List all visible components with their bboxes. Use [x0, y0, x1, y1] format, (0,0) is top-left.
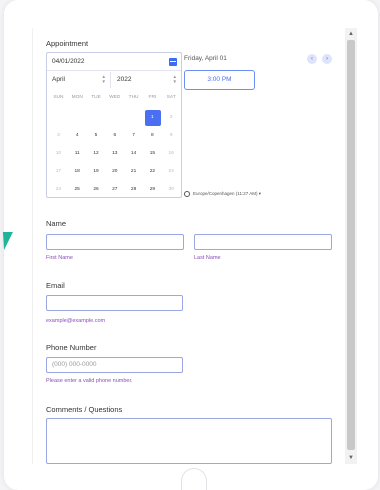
calendar-day[interactable]: 10 [49, 145, 68, 163]
last-name-sublabel: Last Name [194, 255, 221, 261]
selected-day-label: Friday, April 01 [184, 55, 227, 62]
timezone-select[interactable]: Europe/Copenhagen (11:27 AM) ▾ [184, 191, 261, 197]
clock-icon [184, 191, 190, 197]
calendar-day[interactable]: 28 [124, 181, 143, 199]
calendar-grid: SUN MON TUE WED THU FRI SAT 1 2 3 4 5 6 … [49, 93, 181, 199]
calendar-day[interactable]: 25 [68, 181, 87, 199]
scrollbar-thumb[interactable] [347, 40, 355, 450]
scroll-up-icon[interactable]: ▲ [347, 30, 355, 38]
weekday-label: FRI [148, 95, 157, 100]
calendar-day[interactable]: 30 [162, 181, 181, 199]
calendar-day[interactable]: 27 [105, 181, 124, 199]
calendar-week-row: 24 25 26 27 28 29 30 [49, 181, 181, 199]
calendar-day[interactable]: 26 [87, 181, 106, 199]
weekday-header-row: SUN MON TUE WED THU FRI SAT [49, 93, 181, 103]
month-value: April [52, 76, 66, 83]
calendar-day[interactable]: 11 [68, 145, 87, 163]
calendar-day[interactable]: 18 [68, 163, 87, 181]
phone-label: Phone Number [46, 343, 97, 352]
selected-day-number: 1 [151, 115, 154, 120]
weekday-label: WED [109, 95, 121, 100]
year-stepper-icon[interactable]: ▲ ▼ [173, 74, 177, 84]
email-input[interactable] [46, 295, 183, 311]
caret-down-icon: ▾ [258, 191, 261, 197]
calendar-day[interactable]: 21 [124, 163, 143, 181]
calendar-day[interactable]: 14 [124, 145, 143, 163]
calendar-day[interactable]: 13 [105, 145, 124, 163]
appointment-label: Appointment [46, 39, 89, 48]
calendar-day-empty [124, 109, 143, 127]
chevron-right-icon: › [326, 56, 328, 62]
calendar-day[interactable]: 29 [143, 181, 162, 199]
comments-label: Comments / Questions [46, 405, 123, 414]
month-select[interactable]: April ▲ ▼ [47, 72, 111, 88]
calendar-day[interactable]: 19 [87, 163, 106, 181]
calendar-day[interactable]: 8 [143, 127, 162, 145]
last-name-input[interactable] [194, 234, 332, 250]
month-stepper-icon[interactable]: ▲ ▼ [102, 74, 106, 84]
calendar-day[interactable]: 12 [87, 145, 106, 163]
weekday-label: SAT [166, 95, 176, 100]
home-button[interactable] [181, 468, 207, 490]
calendar-day-empty [68, 109, 87, 127]
calendar-week-row: 3 4 5 6 7 8 9 [49, 127, 181, 145]
first-name-input[interactable] [46, 234, 184, 250]
calendar-day[interactable]: 6 [105, 127, 124, 145]
date-input[interactable]: 04/01/2022 [47, 53, 181, 71]
prev-day-button[interactable]: ‹ [307, 54, 317, 64]
calendar-day[interactable]: 5 [87, 127, 106, 145]
comments-textarea[interactable] [46, 418, 332, 464]
calendar-day[interactable]: 23 [162, 163, 181, 181]
email-label: Email [46, 281, 65, 290]
calendar-week-row: 1 2 [49, 109, 181, 127]
calendar-week-row: 17 18 19 20 21 22 23 [49, 163, 181, 181]
calendar-day-empty [49, 109, 68, 127]
calendar-icon[interactable] [169, 58, 177, 66]
calendar-day[interactable]: 16 [162, 145, 181, 163]
date-value: 04/01/2022 [52, 58, 85, 65]
calendar-day-empty [87, 109, 106, 127]
calendar-day[interactable]: 22 [143, 163, 162, 181]
calendar-day[interactable]: 15 [143, 145, 162, 163]
next-day-button[interactable]: › [322, 54, 332, 64]
calendar-week-row: 10 11 12 13 14 15 16 [49, 145, 181, 163]
calendar-day[interactable]: 20 [105, 163, 124, 181]
phone-input[interactable]: (000) 000-0000 [46, 357, 183, 373]
email-sublabel: example@example.com [46, 318, 106, 324]
weekday-label: TUE [91, 95, 101, 100]
weekday-label: MON [71, 95, 83, 100]
name-label: Name [46, 219, 67, 228]
time-slot-button[interactable]: 3:00 PM [184, 70, 255, 90]
phone-placeholder: (000) 000-0000 [52, 361, 97, 368]
phone-sublabel: Please enter a valid phone number. [46, 378, 133, 384]
appointment-calendar: 04/01/2022 April ▲ ▼ 2022 ▲ ▼ SUN MON TUE … [46, 52, 182, 198]
calendar-day[interactable]: 17 [49, 163, 68, 181]
chevron-left-icon: ‹ [311, 56, 313, 62]
calendar-day-empty [105, 109, 124, 127]
calendar-day[interactable]: 3 [49, 127, 68, 145]
calendar-day[interactable]: 2 [162, 109, 181, 127]
calendar-day[interactable]: 24 [49, 181, 68, 199]
first-name-sublabel: First Name [46, 255, 73, 261]
calendar-day[interactable]: 7 [124, 127, 143, 145]
calendar-day[interactable]: 9 [162, 127, 181, 145]
year-value: 2022 [117, 76, 132, 83]
weekday-label: SUN [53, 95, 64, 100]
calendar-day-selected[interactable]: 1 [143, 109, 162, 127]
timezone-value: Europe/Copenhagen (11:27 AM) [193, 191, 258, 197]
weekday-label: THU [128, 95, 139, 100]
calendar-day[interactable]: 4 [68, 127, 87, 145]
year-select[interactable]: 2022 ▲ ▼ [112, 72, 181, 88]
scroll-down-icon[interactable]: ▼ [347, 454, 355, 462]
